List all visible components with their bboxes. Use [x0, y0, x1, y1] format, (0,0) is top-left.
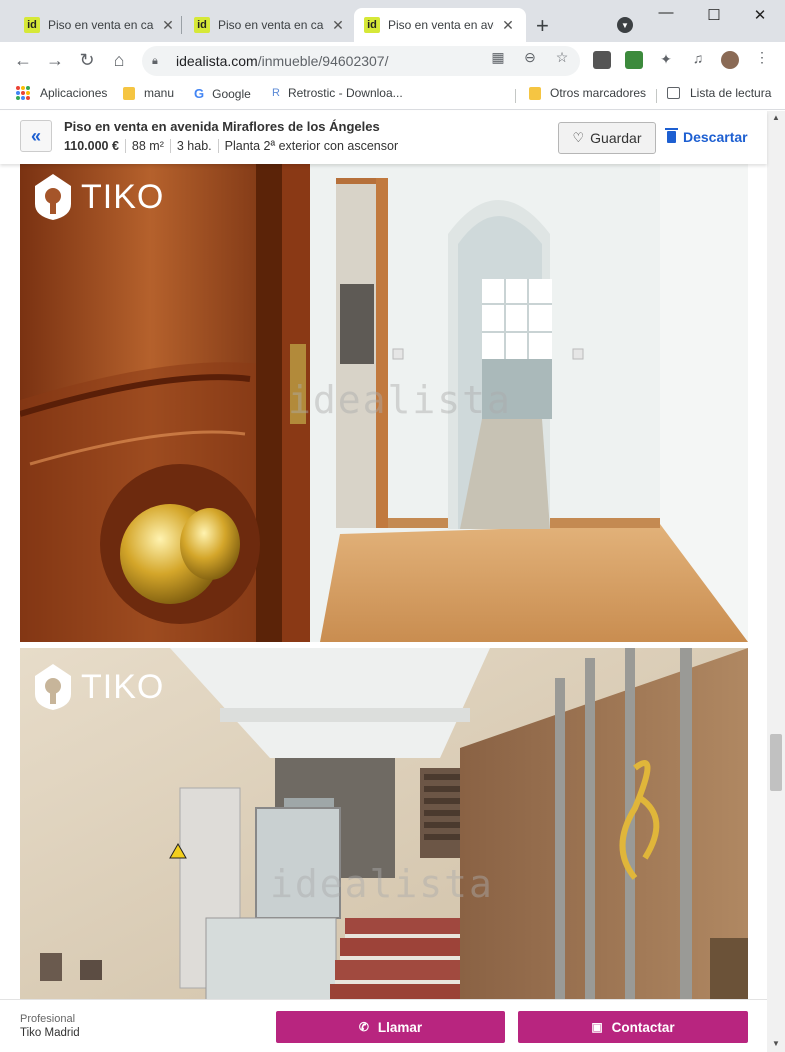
chat-icon: ▣ [591, 1020, 603, 1034]
tab-search-icon[interactable]: ▼ [617, 17, 633, 33]
url-host: idealista.com [176, 53, 258, 69]
home-icon[interactable]: ⌂ [108, 50, 130, 71]
double-chevron-left-icon[interactable]: « [20, 120, 52, 152]
advertiser-type: Profesional [20, 1013, 76, 1025]
tiko-logo-text: TIKO [81, 667, 165, 706]
meta-divider [217, 139, 219, 153]
idealista-favicon-icon: id [364, 17, 380, 33]
url-path: /inmueble/94602307/ [257, 53, 389, 69]
tab-title: Piso en venta en calle [48, 18, 154, 32]
idealista-favicon-icon: id [194, 17, 210, 33]
tiko-logo: TIKO [33, 172, 164, 222]
save-button[interactable]: ♡ Guardar [558, 122, 656, 154]
contact-bar: Profesional Tiko Madrid ✆ Llamar ▣ Conta… [0, 999, 767, 1052]
listing-meta: 110.000 € 88 m² 3 hab. Planta 2ª exterio… [64, 139, 398, 153]
bookmark-label: Google [212, 86, 251, 101]
minimize-icon[interactable]: — [656, 4, 676, 21]
listing-photo-2[interactable]: idealista TIKO [20, 648, 748, 999]
lock-icon: 🔒︎ [152, 54, 158, 67]
scroll-up-icon[interactable]: ▲ [771, 113, 781, 122]
bookmark-label: Aplicaciones [40, 86, 108, 100]
media-control-icon[interactable]: ♫ [689, 50, 707, 66]
call-label: Llamar [377, 1019, 423, 1035]
reload-icon[interactable]: ↻ [76, 50, 98, 71]
phone-icon: ✆ [358, 1020, 369, 1034]
reading-list-button[interactable]: Lista de lectura [667, 86, 771, 100]
advertiser-name: Tiko Madrid [20, 1027, 80, 1039]
call-button[interactable]: ✆ Llamar [276, 1011, 505, 1043]
bookmark-label: Lista de lectura [690, 86, 772, 100]
contact-label: Contactar [611, 1019, 675, 1035]
tiko-logo-text: TIKO [81, 177, 165, 216]
listing-price: 110.000 € [64, 139, 119, 153]
bookmark-retrostic[interactable]: R Retrostic - Downloa... [272, 86, 403, 100]
tab-separator [181, 16, 182, 34]
bookmark-label: Retrostic - Downloa... [287, 86, 403, 100]
listing-title: Piso en venta en avenida Miraflores de l… [64, 119, 380, 134]
tiko-house-icon [35, 664, 71, 710]
browser-tab-2[interactable]: id Piso en venta en calle ✕ [184, 8, 356, 42]
browser-toolbar: ← → ↻ ⌂ 🔒︎ idealista.com/inmueble/946023… [0, 42, 785, 80]
tiko-logo: TIKO [33, 662, 164, 712]
tab-close-icon[interactable]: ✕ [500, 17, 516, 34]
idealista-watermark: idealista [288, 378, 512, 422]
bookmark-apps[interactable]: Aplicaciones [16, 86, 107, 100]
discard-button[interactable]: Descartar [665, 128, 748, 145]
meta-divider [124, 139, 126, 153]
scroll-down-icon[interactable]: ▼ [771, 1039, 781, 1048]
window-close-icon[interactable]: ✕ [750, 6, 770, 24]
trash-icon [665, 128, 678, 143]
bookmarks-bar: Aplicaciones manu G Google R Retrostic -… [0, 80, 785, 110]
maximize-icon[interactable]: ☐ [704, 6, 724, 24]
bookmark-label: Otros marcadores [550, 86, 647, 100]
apps-grid-icon [16, 86, 30, 100]
bookmark-google[interactable]: G Google [194, 86, 251, 101]
page-scrollbar[interactable]: ▲ ▼ [767, 111, 785, 1052]
tab-strip: id Piso en venta en calle ✕ id Piso en v… [0, 0, 785, 42]
new-tab-button[interactable]: + [536, 13, 549, 39]
idealista-favicon-icon: id [24, 17, 40, 33]
bookmark-separator [515, 89, 516, 103]
browser-tab-1[interactable]: id Piso en venta en calle ✕ [14, 8, 186, 42]
bookmark-label: manu [144, 86, 175, 100]
contact-button[interactable]: ▣ Contactar [518, 1011, 748, 1043]
bookmark-star-icon[interactable]: ☆ [553, 49, 571, 66]
folder-icon [123, 86, 135, 100]
tab-title: Piso en venta en calle [218, 18, 324, 32]
extension-icon[interactable] [593, 51, 611, 69]
menu-kebab-icon[interactable]: ⋮ [753, 49, 771, 66]
tab-close-icon[interactable]: ✕ [160, 17, 176, 34]
google-icon: G [194, 86, 205, 101]
bookmark-folder-manu[interactable]: manu [123, 86, 174, 100]
save-label: Guardar [590, 130, 642, 146]
discard-label: Descartar [683, 129, 748, 145]
scrollbar-thumb[interactable] [770, 734, 782, 791]
folder-icon [529, 86, 541, 100]
extensions-puzzle-icon[interactable]: ✦ [657, 51, 675, 68]
idealista-watermark: idealista [270, 862, 494, 906]
listing-sticky-header: « Piso en venta en avenida Miraflores de… [0, 111, 767, 164]
zoom-icon[interactable]: ⊖ [521, 49, 539, 66]
retrostic-icon: R [272, 87, 280, 99]
listing-size: 88 m² [131, 139, 164, 153]
browser-tab-3[interactable]: id Piso en venta en avenida ✕ [354, 8, 526, 42]
tiko-house-icon [35, 174, 71, 220]
bookmark-folder-otros[interactable]: Otros marcadores [529, 86, 646, 100]
listing-floor: Planta 2ª exterior con ascensor [224, 139, 399, 153]
listing-photo-1[interactable]: idealista TIKO [20, 164, 748, 642]
tab-title: Piso en venta en avenida [388, 18, 494, 32]
address-bar[interactable]: 🔒︎ idealista.com/inmueble/94602307/ [142, 46, 580, 76]
extension-icon[interactable] [625, 51, 643, 69]
forward-arrow-icon[interactable]: → [44, 50, 66, 71]
listing-rooms: 3 hab. [176, 139, 212, 153]
meta-divider [169, 139, 171, 153]
back-arrow-icon[interactable]: ← [12, 50, 34, 71]
qr-code-icon[interactable]: ▦ [489, 49, 507, 66]
profile-avatar[interactable] [721, 51, 739, 69]
reading-list-icon [667, 87, 680, 99]
photo-gallery: idealista TIKO idealista TIKO [0, 164, 767, 999]
heart-icon: ♡ [572, 130, 585, 145]
tab-close-icon[interactable]: ✕ [330, 17, 346, 34]
bookmark-separator [656, 89, 657, 103]
